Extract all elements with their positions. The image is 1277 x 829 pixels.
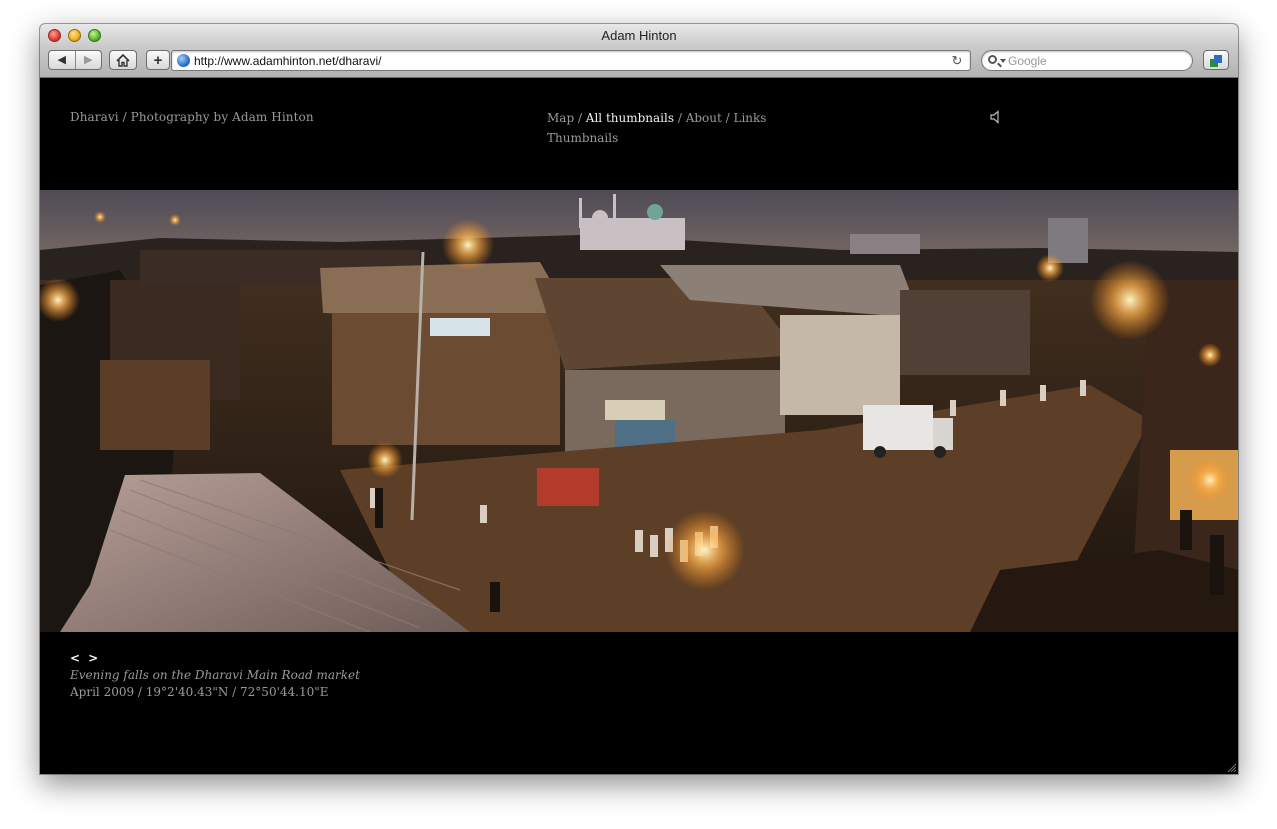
- menu-item-about[interactable]: About: [686, 111, 722, 125]
- title-bar: Adam Hinton ◀ ▶ + http://www.adamhinton.…: [40, 24, 1238, 78]
- photo-caption: Evening falls on the Dharavi Main Road m…: [70, 668, 360, 682]
- photo-date-location: April 2009 / 19°2'40.43"N / 72°50'44.10"…: [70, 685, 329, 699]
- resize-grip-icon[interactable]: [1226, 762, 1236, 772]
- page-content: Dharavi / Photography by Adam Hinton Map…: [40, 79, 1238, 774]
- window-title: Adam Hinton: [601, 28, 677, 43]
- next-photo-button[interactable]: >: [88, 651, 98, 665]
- menu-separator: /: [574, 111, 586, 125]
- menu-item-links[interactable]: Links: [733, 111, 766, 125]
- search-icon[interactable]: [988, 54, 1008, 68]
- previous-photo-button[interactable]: <: [70, 651, 80, 665]
- speaker-icon[interactable]: [990, 110, 1002, 124]
- globe-icon: [177, 54, 190, 67]
- home-button[interactable]: [109, 50, 137, 70]
- search-input[interactable]: [1008, 53, 1178, 68]
- address-text[interactable]: http://www.adamhinton.net/dharavi/: [194, 54, 948, 68]
- search-field[interactable]: [981, 50, 1193, 71]
- photo-pager: < >: [70, 651, 106, 665]
- main-menu: Map / All thumbnails / About / Links Thu…: [547, 108, 766, 148]
- forward-button[interactable]: ▶: [74, 51, 102, 69]
- dharavi-panorama-photo[interactable]: [40, 190, 1238, 632]
- add-bookmark-button[interactable]: +: [146, 50, 170, 70]
- menu-item-map[interactable]: Map: [547, 111, 574, 125]
- address-bar[interactable]: http://www.adamhinton.net/dharavi/ ↻: [171, 50, 971, 71]
- home-icon: [116, 53, 130, 67]
- menu-item-thumbnails[interactable]: Thumbnails: [547, 131, 618, 145]
- bookmarks-icon[interactable]: [1203, 50, 1229, 70]
- menu-separator: /: [721, 111, 734, 125]
- menu-separator: /: [674, 111, 686, 125]
- browser-window: Adam Hinton ◀ ▶ + http://www.adamhinton.…: [40, 24, 1238, 774]
- menu-item-all-thumbnails[interactable]: All thumbnails: [586, 111, 674, 125]
- back-button[interactable]: ◀: [49, 51, 75, 69]
- reload-icon[interactable]: ↻: [948, 53, 966, 69]
- site-title[interactable]: Dharavi / Photography by Adam Hinton: [70, 110, 314, 124]
- back-forward-group: ◀ ▶: [48, 50, 102, 70]
